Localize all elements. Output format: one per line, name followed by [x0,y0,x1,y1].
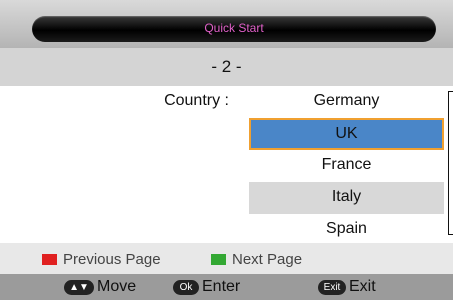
country-option-france[interactable]: France [249,150,444,182]
move-hint: ▲▼ Move [64,278,136,296]
country-option-uk[interactable]: UK [249,118,444,150]
page-number: - 2 - [211,57,242,76]
exit-label: Exit [349,278,376,295]
color-key-legend: Previous Page Next Page [0,243,453,274]
next-page-hint[interactable]: Next Page [211,251,302,268]
next-page-label: Next Page [232,251,303,268]
enter-label: Enter [202,278,241,295]
title-pill: Quick Start [32,16,436,42]
dialog-title: Quick Start [204,21,264,35]
country-option-germany[interactable]: Germany [249,86,444,118]
list-scrollbar[interactable] [448,91,453,235]
exit-hint: Exit Exit [318,278,376,296]
previous-page-hint[interactable]: Previous Page [42,251,161,268]
arrow-keys-icon: ▲▼ [64,280,94,295]
title-bar: Quick Start [0,0,453,48]
move-label: Move [97,278,137,295]
red-key-icon [42,254,57,265]
country-list[interactable]: Germany UK France Italy Spain [249,86,444,246]
exit-key-icon: Exit [318,280,346,295]
ok-key-icon: Ok [173,280,199,295]
country-option-italy[interactable]: Italy [249,182,444,214]
previous-page-label: Previous Page [63,251,161,268]
green-key-icon [211,254,226,265]
help-bar: ▲▼ Move Ok Enter Exit Exit [0,274,453,300]
settings-panel: Country : Germany UK France Italy Spain [0,86,453,243]
page-indicator-bar: - 2 - [0,48,453,86]
country-label: Country : [164,92,229,109]
enter-hint: Ok Enter [173,278,240,296]
country-option-spain[interactable]: Spain [249,214,444,246]
